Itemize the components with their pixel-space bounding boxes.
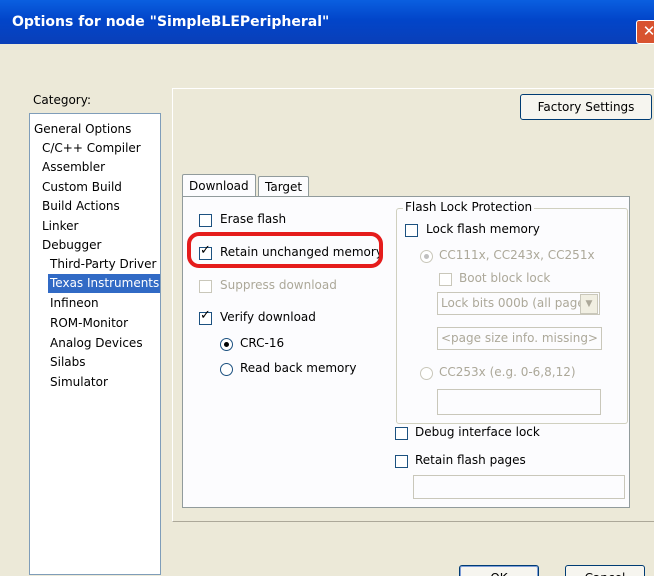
lock-bits-value: Lock bits 000b (all page (441, 296, 585, 310)
chevron-down-icon[interactable]: ▼ (580, 294, 598, 314)
radio-dot-icon (424, 254, 429, 259)
category-item-debugger[interactable]: Debugger (42, 236, 101, 255)
debug-interface-lock-checkbox[interactable] (395, 427, 408, 440)
category-item-rom-monitor[interactable]: ROM-Monitor (50, 314, 128, 333)
options-dialog: Options for node "SimpleBLEPeripheral" ✕… (0, 0, 654, 576)
cc253x-input[interactable] (437, 389, 601, 415)
cc253x-radio[interactable] (420, 367, 433, 380)
category-item-cpp-compiler[interactable]: C/C++ Compiler (42, 139, 141, 158)
close-button[interactable]: ✕ (636, 20, 654, 44)
boot-block-lock-checkbox[interactable] (439, 273, 452, 286)
lock-bits-select[interactable]: Lock bits 000b (all page ▼ (437, 292, 600, 315)
lock-flash-memory-label: Lock flash memory (426, 222, 540, 236)
category-item-analog-devices[interactable]: Analog Devices (50, 334, 143, 353)
read-back-memory-radio[interactable] (220, 363, 233, 376)
cc111x-label: CC111x, CC243x, CC251x (439, 248, 595, 262)
boot-block-lock-label: Boot block lock (459, 271, 551, 285)
tab-download[interactable]: Download (182, 174, 256, 198)
retain-flash-pages-label: Retain flash pages (415, 453, 526, 467)
category-list[interactable]: General Options C/C++ Compiler Assembler… (29, 113, 161, 575)
debug-interface-lock-label: Debug interface lock (415, 425, 540, 439)
category-item-third-party-driver[interactable]: Third-Party Driver (50, 255, 156, 274)
page-size-value: <page size info. missing> (441, 331, 598, 345)
tab-target[interactable]: Target (258, 176, 310, 197)
category-item-simulator[interactable]: Simulator (50, 373, 108, 392)
suppress-download-label: Suppress download (220, 278, 337, 292)
cc111x-radio[interactable] (420, 250, 433, 263)
flash-lock-protection-title: Flash Lock Protection (403, 200, 535, 214)
highlight-annotation (187, 232, 383, 268)
page-size-field: <page size info. missing> (437, 327, 602, 350)
factory-settings-button[interactable]: Factory Settings (520, 94, 652, 120)
category-item-texas-instruments[interactable]: Texas Instruments (48, 274, 160, 293)
category-item-general-options[interactable]: General Options (34, 120, 131, 139)
erase-flash-checkbox[interactable] (199, 214, 212, 227)
checkmark-icon: ✓ (200, 308, 211, 323)
cc253x-label: CC253x (e.g. 0-6,8,12) (439, 365, 576, 379)
title-bar[interactable]: Options for node "SimpleBLEPeripheral" ✕ (0, 0, 654, 44)
category-item-custom-build[interactable]: Custom Build (42, 178, 122, 197)
lock-flash-memory-checkbox[interactable] (405, 224, 418, 237)
category-item-infineon[interactable]: Infineon (50, 294, 99, 313)
verify-download-label: Verify download (220, 310, 316, 324)
category-item-assembler[interactable]: Assembler (42, 158, 105, 177)
crc16-radio[interactable] (220, 338, 233, 351)
cancel-button[interactable]: Cancel (565, 565, 645, 576)
category-item-build-actions[interactable]: Build Actions (42, 197, 120, 216)
category-label: Category: (33, 93, 91, 107)
category-item-linker[interactable]: Linker (42, 217, 78, 236)
category-item-silabs[interactable]: Silabs (50, 353, 86, 372)
retain-flash-pages-checkbox[interactable] (395, 455, 408, 468)
suppress-download-checkbox[interactable] (199, 280, 212, 293)
erase-flash-label: Erase flash (220, 212, 287, 226)
ok-button[interactable]: OK (459, 565, 539, 576)
retain-flash-pages-input[interactable] (413, 475, 625, 499)
read-back-memory-label: Read back memory (240, 361, 357, 375)
verify-download-checkbox[interactable]: ✓ (199, 308, 212, 325)
radio-dot-icon (224, 342, 229, 347)
window-title: Options for node "SimpleBLEPeripheral" (12, 14, 330, 30)
crc16-label: CRC-16 (240, 336, 285, 350)
